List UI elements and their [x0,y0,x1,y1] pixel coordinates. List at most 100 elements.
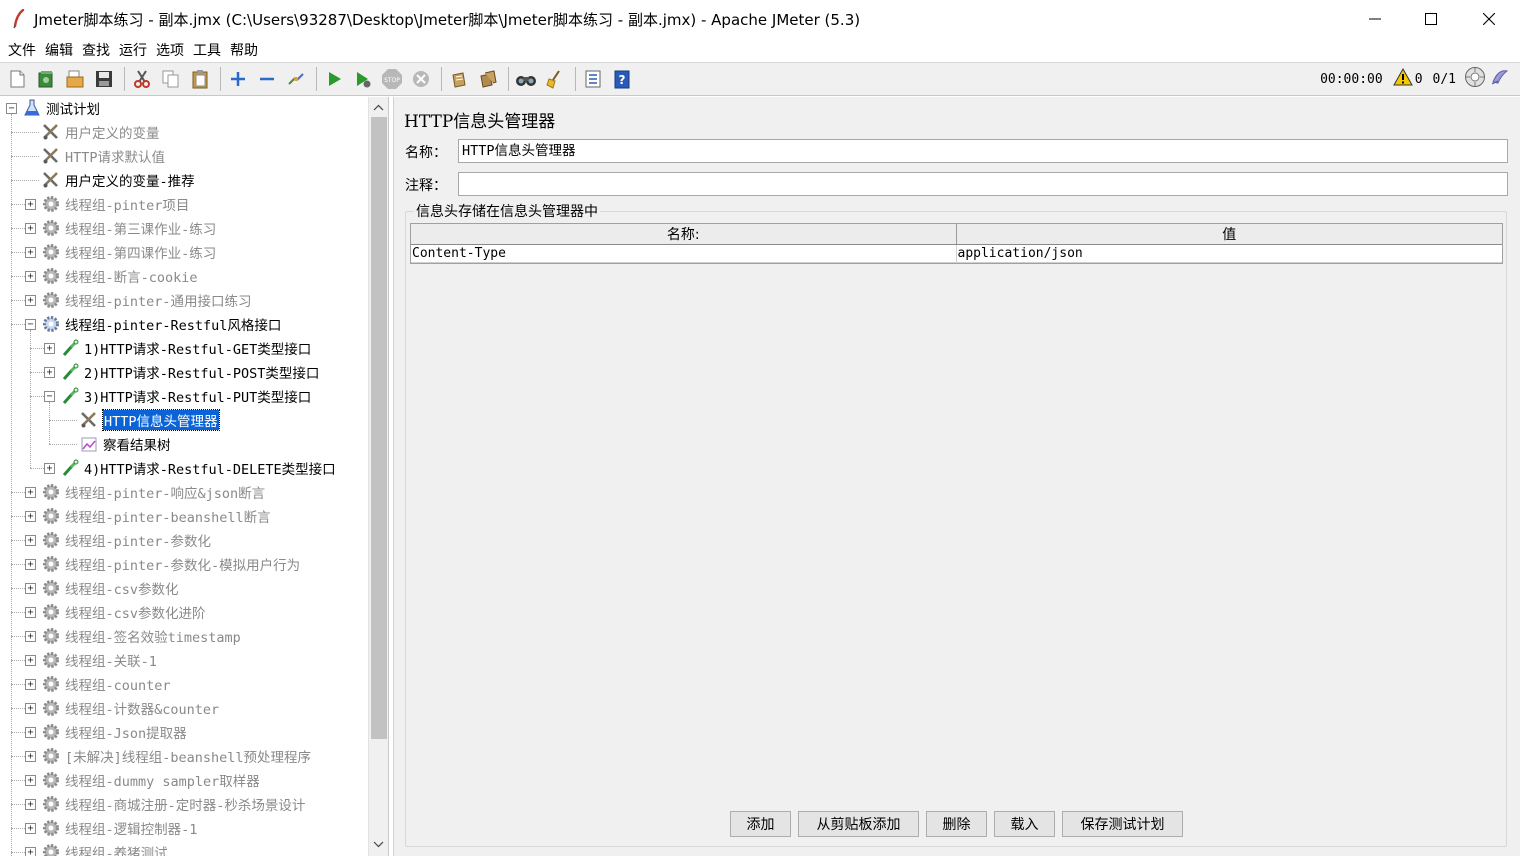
tree-node[interactable]: + 线程组-pinter-beanshell断言 [25,505,271,527]
tree-node[interactable]: + 线程组-签名效验timestamp [25,625,241,647]
start-no-pause-button[interactable] [350,66,376,92]
menu-edit[interactable]: 编辑 [41,40,77,60]
copy-button[interactable] [158,66,184,92]
tree-node-label[interactable]: 线程组-pinter项目 [65,194,189,214]
table-row[interactable]: Content-Type application/json [411,245,1502,263]
search-button[interactable] [513,66,539,92]
tree-node[interactable]: − 3)HTTP请求-Restful-PUT类型接口 [44,385,311,407]
tree-node[interactable]: + 线程组-第四课作业-练习 [25,241,216,263]
tree-node[interactable]: +1)HTTP请求-Restful-GET类型接口 [44,337,311,359]
save-button[interactable] [91,66,117,92]
tree-node-label[interactable]: 线程组-断言-cookie [65,266,198,286]
tree-node[interactable]: + [未解决]线程组-beanshell预处理程序 [25,745,311,767]
expand-node-icon[interactable]: + [25,774,36,786]
expand-node-icon[interactable]: + [25,534,36,546]
new-button[interactable] [4,66,30,92]
tree-node[interactable]: HTTP信息头管理器 [63,409,220,431]
header-name-cell[interactable]: Content-Type [411,245,957,262]
maximize-button[interactable] [1402,0,1460,38]
tree-node[interactable]: 用户定义的变量-推荐 [25,169,195,191]
tree-node-label[interactable]: 线程组-Json提取器 [65,722,187,742]
expand-node-icon[interactable]: + [25,822,36,834]
expand-node-icon[interactable]: + [25,702,36,714]
expand-button[interactable] [225,66,251,92]
comment-input[interactable] [458,172,1508,196]
collapse-node-icon[interactable]: − [25,318,36,330]
tree-node-label[interactable]: 线程组-pinter-响应&json断言 [65,482,265,502]
tree-node[interactable]: 察看结果树 [63,433,171,455]
tree-node-label[interactable]: 测试计划 [46,98,100,118]
tree-node-label[interactable]: 用户定义的变量 [65,122,160,142]
tree-node[interactable]: + 线程组-商城注册-定时器-秒杀场景设计 [25,793,305,815]
tree-node[interactable]: + 线程组-csv参数化 [25,577,179,599]
warning-icon[interactable] [1392,67,1413,90]
menu-tools[interactable]: 工具 [189,40,225,60]
tree-node[interactable]: + 线程组-断言-cookie [25,265,198,287]
tree-node-label[interactable]: 线程组-pinter-通用接口练习 [65,290,252,310]
expand-node-icon[interactable]: + [25,246,36,258]
collapse-button[interactable] [254,66,280,92]
headers-table[interactable]: 名称: 值 Content-Type application/json [410,223,1503,264]
tree-node-label[interactable]: 线程组-counter [65,674,171,694]
tree-node-label[interactable]: 线程组-pinter-Restful风格接口 [65,314,281,334]
tree-node[interactable]: + 线程组-逻辑控制器-1 [25,817,197,839]
menu-options[interactable]: 选项 [152,40,188,60]
paste-button[interactable] [187,66,213,92]
menu-run[interactable]: 运行 [115,40,151,60]
toggle-button[interactable] [283,66,309,92]
scroll-thumb[interactable] [371,117,387,739]
tree-node-label[interactable]: 线程组-pinter-beanshell断言 [65,506,271,526]
menu-help[interactable]: 帮助 [226,40,262,60]
expand-node-icon[interactable]: + [44,366,55,378]
save-test-plan-button[interactable]: 保存测试计划 [1062,811,1183,837]
menu-search[interactable]: 查找 [78,40,114,60]
expand-node-icon[interactable]: + [44,342,55,354]
tree-node[interactable]: + 线程组-Json提取器 [25,721,187,743]
tree-node[interactable]: + 线程组-pinter-通用接口练习 [25,289,252,311]
tree-node[interactable]: + 线程组-养猪测试 [25,841,168,856]
add-button[interactable]: 添加 [730,811,791,837]
tree-node-label[interactable]: 线程组-第三课作业-练习 [65,218,216,238]
tree-node-label[interactable]: 线程组-pinter-参数化-模拟用户行为 [65,554,300,574]
tree-node[interactable]: − 线程组-pinter-Restful风格接口 [25,313,281,335]
tree-node-label[interactable]: 线程组-dummy sampler取样器 [65,770,260,790]
column-header-value[interactable]: 值 [957,224,1503,244]
tree-node-label[interactable]: [未解决]线程组-beanshell预处理程序 [65,746,311,766]
tree-node-label[interactable]: 线程组-csv参数化进阶 [65,602,206,622]
expand-node-icon[interactable]: + [25,630,36,642]
tree-node-label[interactable]: 用户定义的变量-推荐 [65,170,195,190]
name-input[interactable]: HTTP信息头管理器 [458,139,1508,163]
tree-node-label[interactable]: 4)HTTP请求-Restful-DELETE类型接口 [84,458,336,478]
tree-node-label[interactable]: 线程组-签名效验timestamp [65,626,241,646]
cut-button[interactable] [129,66,155,92]
tree-node[interactable]: − 测试计划 [6,97,100,119]
tree-node[interactable]: + 线程组-pinter项目 [25,193,189,215]
open-button[interactable] [62,66,88,92]
expand-node-icon[interactable]: + [25,294,36,306]
clear-button[interactable] [446,66,472,92]
shutdown-button[interactable] [408,66,434,92]
expand-node-icon[interactable]: + [25,510,36,522]
expand-node-icon[interactable]: + [25,558,36,570]
tree-node-label[interactable]: HTTP请求默认值 [65,146,165,166]
tree-node-label[interactable]: 线程组-商城注册-定时器-秒杀场景设计 [65,794,305,814]
tree-scrollbar[interactable] [368,97,388,856]
collapse-node-icon[interactable]: − [44,390,55,402]
scroll-up-arrow-icon[interactable] [369,98,388,116]
tree-node-label[interactable]: 线程组-计数器&counter [65,698,219,718]
tree-node-label[interactable]: 1)HTTP请求-Restful-GET类型接口 [84,338,311,358]
expand-node-icon[interactable]: + [25,846,36,856]
tree-node[interactable]: + 线程组-pinter-响应&json断言 [25,481,265,503]
column-header-name[interactable]: 名称: [411,224,957,244]
tree-node-label[interactable]: 线程组-逻辑控制器-1 [65,818,197,838]
tree-node-label[interactable]: 线程组-第四课作业-练习 [65,242,216,262]
stop-button[interactable]: STOP [379,66,405,92]
tree-node-label[interactable]: 线程组-关联-1 [65,650,157,670]
tree-node[interactable]: + 线程组-dummy sampler取样器 [25,769,260,791]
expand-node-icon[interactable]: + [25,606,36,618]
tree-node[interactable]: + 线程组-第三课作业-练习 [25,217,216,239]
expand-node-icon[interactable]: + [25,486,36,498]
tree-node[interactable]: +4)HTTP请求-Restful-DELETE类型接口 [44,457,336,479]
scroll-down-arrow-icon[interactable] [369,835,388,853]
templates-button[interactable] [33,66,59,92]
